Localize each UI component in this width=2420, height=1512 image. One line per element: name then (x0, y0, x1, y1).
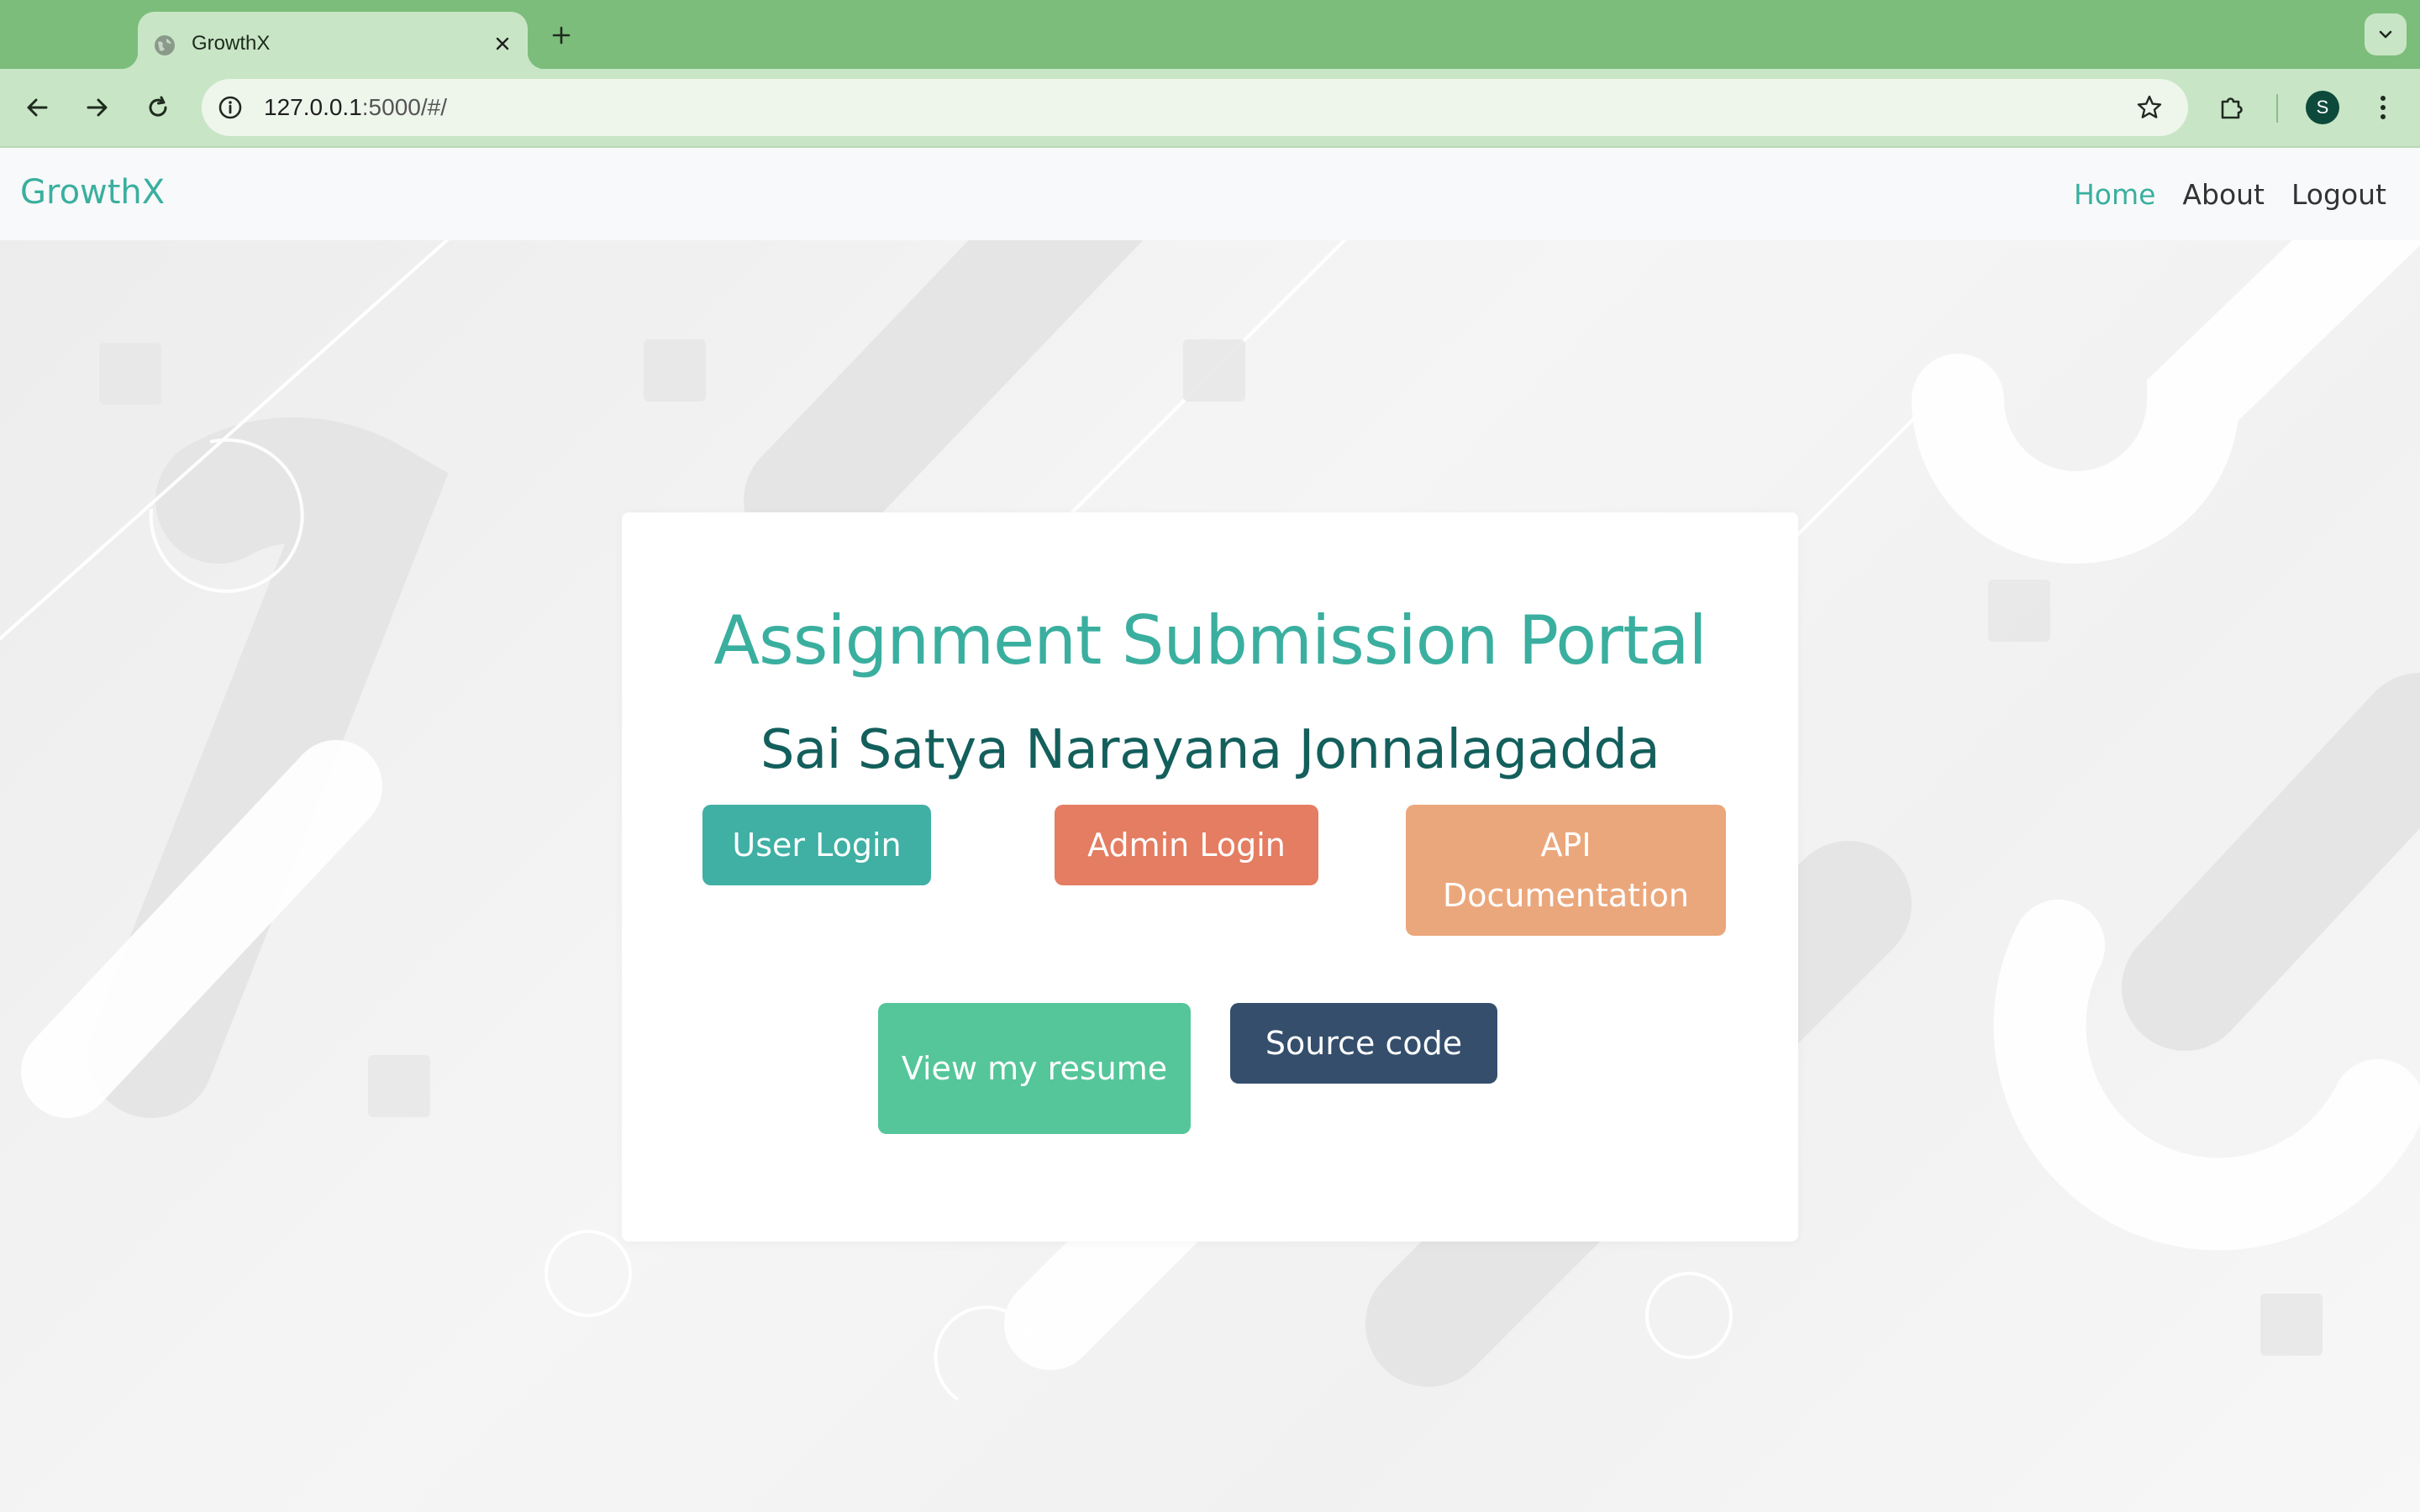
page-viewport: GrowthX Home About Logout Assignment Sub… (0, 148, 2420, 1512)
globe-icon (153, 34, 176, 57)
bookmark-star-icon[interactable] (2131, 89, 2168, 126)
extensions-puzzle-icon[interactable] (2213, 89, 2250, 126)
api-documentation-button[interactable]: API Documentation (1406, 805, 1726, 936)
reload-icon[interactable] (139, 89, 176, 126)
source-code-button[interactable]: Source code (1230, 1003, 1497, 1084)
browser-tab-strip: GrowthX (0, 0, 2420, 69)
tab-title: GrowthX (192, 32, 271, 55)
close-icon[interactable] (489, 30, 516, 57)
brand-logo[interactable]: GrowthX (20, 173, 165, 212)
nav-link-about[interactable]: About (2182, 178, 2265, 211)
site-info-icon[interactable] (212, 89, 249, 126)
browser-toolbar: 127.0.0.1:5000/#/ S (0, 69, 2420, 146)
nav-link-logout[interactable]: Logout (2291, 178, 2386, 211)
new-tab-icon[interactable] (544, 18, 578, 52)
admin-login-button[interactable]: Admin Login (1055, 805, 1318, 885)
forward-arrow-icon[interactable] (79, 89, 116, 126)
view-resume-button[interactable]: View my resume (878, 1003, 1191, 1134)
more-menu-icon[interactable] (2365, 89, 2402, 126)
author-name: Sai Satya Narayana Jonnalagadda (760, 719, 1660, 781)
nav-links: Home About Logout (2074, 178, 2386, 211)
url-text: 127.0.0.1:5000/#/ (264, 94, 447, 121)
profile-avatar[interactable]: S (2306, 91, 2339, 124)
user-login-button[interactable]: User Login (702, 805, 931, 885)
toolbar-divider (2276, 94, 2278, 123)
address-bar[interactable]: 127.0.0.1:5000/#/ (202, 79, 2188, 136)
browser-tab[interactable]: GrowthX (121, 12, 544, 69)
chevron-down-icon[interactable] (2365, 13, 2407, 55)
back-arrow-icon[interactable] (18, 89, 55, 126)
nav-link-home[interactable]: Home (2074, 178, 2155, 211)
page-title: Assignment Submission Portal (713, 601, 1707, 680)
url-host: 127.0.0.1 (264, 94, 362, 120)
site-navbar: GrowthX Home About Logout (0, 148, 2420, 240)
url-path: :5000/#/ (361, 94, 447, 120)
portal-card: Assignment Submission Portal Sai Satya N… (622, 512, 1798, 1242)
